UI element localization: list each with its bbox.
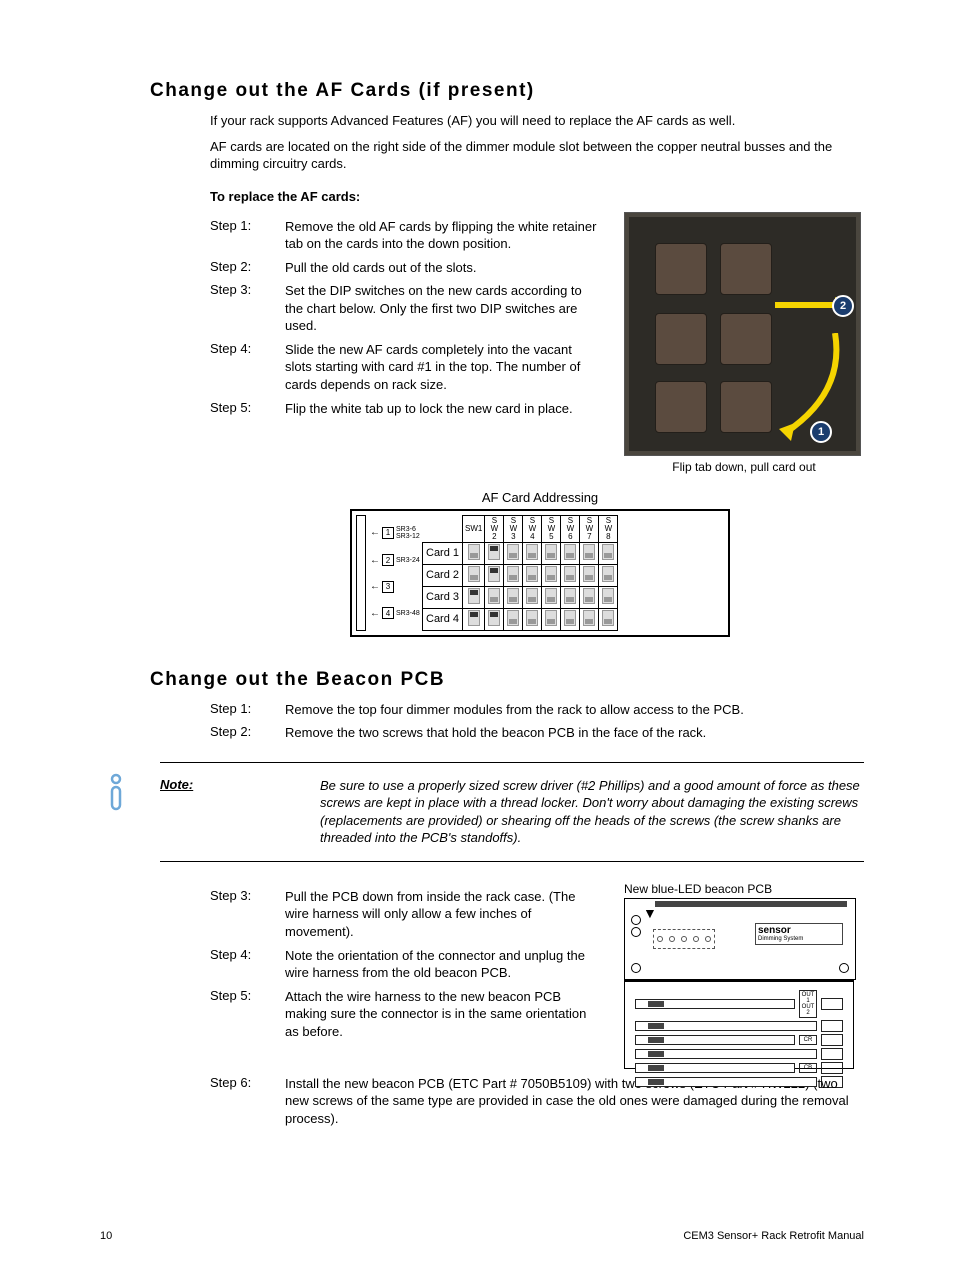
af-step-3: Step 3: Set the DIP switches on the new … <box>210 282 600 335</box>
sw-header: SW4 <box>523 515 542 542</box>
section-title-af-cards: Change out the AF Cards (if present) <box>150 80 864 102</box>
af-intro-1: If your rack supports Advanced Features … <box>210 112 864 130</box>
step-label: Step 4: <box>210 341 285 394</box>
note-text: Be sure to use a properly sized screw dr… <box>320 777 864 847</box>
photo-caption: Flip tab down, pull card out <box>624 460 864 474</box>
af-step-2: Step 2: Pull the old cards out of the sl… <box>210 259 600 277</box>
section-title-beacon-pcb: Change out the Beacon PCB <box>150 669 864 691</box>
step-text: Note the orientation of the connector an… <box>285 947 600 982</box>
af-left-label-1: ←1 SR3-6 SR3-12 <box>370 526 420 540</box>
beacon-step-4: Step 4: Note the orientation of the conn… <box>210 947 600 982</box>
af-card-row-3: Card 3 <box>423 586 618 608</box>
rack-label: CR <box>799 1035 817 1045</box>
sw-header: SW3 <box>504 515 523 542</box>
info-icon <box>100 773 132 821</box>
step-text: Slide the new AF cards completely into t… <box>285 341 600 394</box>
beacon-step-2: Step 2: Remove the two screws that hold … <box>210 724 864 742</box>
step-text: Pull the old cards out of the slots. <box>285 259 600 277</box>
step-text: Pull the PCB down from inside the rack c… <box>285 888 600 941</box>
af-card-row-2: Card 2 <box>423 564 618 586</box>
step-label: Step 6: <box>210 1075 285 1128</box>
pcb-logo: sensor <box>758 926 840 936</box>
step-text: Flip the white tab up to lock the new ca… <box>285 400 600 418</box>
af-left-label-2: ←2 SR3-24 <box>370 554 420 566</box>
af-card-row-4: Card 4 <box>423 608 618 630</box>
af-addressing-table: ←1 SR3-6 SR3-12 ←2 SR3-24 ←3 ←4 SR3-48 <box>350 509 730 637</box>
sw-header: SW5 <box>542 515 561 542</box>
af-left-label-4: ←4 SR3-48 <box>370 607 420 619</box>
step-text: Remove the old AF cards by flipping the … <box>285 218 600 253</box>
step-label: Step 3: <box>210 888 285 941</box>
af-subheading: To replace the AF cards: <box>210 189 864 204</box>
step-label: Step 4: <box>210 947 285 982</box>
sw-header: SW1 <box>463 515 485 542</box>
step-label: Step 1: <box>210 218 285 253</box>
pcb-logo-sub: Dimming System <box>758 936 840 942</box>
af-step-1: Step 1: Remove the old AF cards by flipp… <box>210 218 600 253</box>
step-label: Step 2: <box>210 259 285 277</box>
beacon-pcb-diagram: New blue-LED beacon PCB ▼ sensor Dimming… <box>624 882 854 1069</box>
page-number: 10 <box>100 1230 112 1242</box>
step-label: Step 2: <box>210 724 285 742</box>
rack-label: CB <box>799 1063 817 1073</box>
sw-header: SW6 <box>561 515 580 542</box>
sw-header: SW2 <box>485 515 504 542</box>
arrow-down-icon: ▼ <box>643 905 657 921</box>
af-left-label-3: ←3 <box>370 581 420 593</box>
step-text: Remove the two screws that hold the beac… <box>285 724 864 742</box>
sw-header: SW7 <box>580 515 599 542</box>
step-label: Step 3: <box>210 282 285 335</box>
rack-label: OUT 1OUT 2 <box>799 990 817 1018</box>
step-label: Step 5: <box>210 400 285 418</box>
pcb-label: New blue-LED beacon PCB <box>624 882 854 896</box>
step-text: Attach the wire harness to the new beaco… <box>285 988 600 1041</box>
beacon-step-3: Step 3: Pull the PCB down from inside th… <box>210 888 600 941</box>
note-block: Note: Be sure to use a properly sized sc… <box>160 762 864 862</box>
af-step-4: Step 4: Slide the new AF cards completel… <box>210 341 600 394</box>
step-text: Set the DIP switches on the new cards ac… <box>285 282 600 335</box>
beacon-step-1: Step 1: Remove the top four dimmer modul… <box>210 701 864 719</box>
note-label: Note: <box>160 777 320 847</box>
step-label: Step 5: <box>210 988 285 1041</box>
step-text: Remove the top four dimmer modules from … <box>285 701 864 719</box>
af-card-row-1: Card 1 <box>423 542 618 564</box>
af-step-5: Step 5: Flip the white tab up to lock th… <box>210 400 600 418</box>
sw-header: SW8 <box>599 515 618 542</box>
beacon-step-5: Step 5: Attach the wire harness to the n… <box>210 988 600 1041</box>
af-table-title: AF Card Addressing <box>350 490 730 505</box>
af-intro-2: AF cards are located on the right side o… <box>210 138 864 173</box>
step-label: Step 1: <box>210 701 285 719</box>
af-card-photo: 1 2 <box>624 212 861 456</box>
footer-title: CEM3 Sensor+ Rack Retrofit Manual <box>683 1230 864 1242</box>
